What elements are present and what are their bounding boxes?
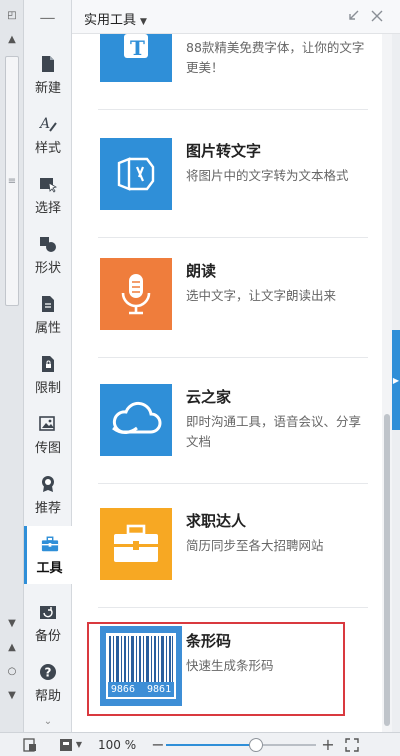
tool-tile xyxy=(100,508,172,580)
nav-label: 传图 xyxy=(34,440,61,456)
font-icon: T xyxy=(124,34,148,60)
restrict-icon xyxy=(39,355,57,373)
scrollbar-thumb[interactable] xyxy=(384,414,390,726)
zoom-knob[interactable] xyxy=(249,737,263,752)
document-scrollbar-thumb[interactable]: ≡ xyxy=(5,56,19,306)
nav-item-backup[interactable]: 备份 xyxy=(24,594,72,652)
panel-title-dropdown[interactable]: 实用工具 ▼ xyxy=(84,9,147,28)
microphone-icon xyxy=(121,274,151,315)
new-doc-icon xyxy=(39,55,57,73)
nav-item-help[interactable]: ? 帮助 xyxy=(24,654,72,712)
tool-tile xyxy=(100,138,172,210)
tool-card-barcode[interactable]: 9866 9861 条形码 快速生成条形码 xyxy=(72,600,382,728)
nav-label: 形状 xyxy=(34,260,61,276)
nav-label: 样式 xyxy=(34,140,61,156)
undock-icon[interactable] xyxy=(344,7,362,25)
tool-card-read-aloud[interactable]: 朗读 选中文字，让文字朗读出来 xyxy=(72,230,382,358)
select-browse-icon[interactable]: ○ xyxy=(0,660,24,682)
tool-desc: 88款精美免费字体，让你的文字更美！ xyxy=(186,40,365,75)
tool-list-scrollbar[interactable] xyxy=(382,34,392,732)
tool-desc: 简历同步至各大招聘网站 xyxy=(186,538,324,553)
expand-panel-icon[interactable]: ▶ xyxy=(392,330,400,430)
collapse-icon[interactable]: ◰ xyxy=(0,4,24,26)
tool-tile: T xyxy=(100,34,172,82)
tool-tile xyxy=(100,384,172,456)
help-icon: ? xyxy=(39,663,57,681)
shape-icon xyxy=(39,235,57,253)
nav-item-upload-image[interactable]: 传图 xyxy=(24,406,72,464)
select-icon xyxy=(39,175,57,193)
chevron-down-icon[interactable]: ▼ xyxy=(74,737,84,753)
page-view-icon[interactable] xyxy=(22,737,38,753)
properties-icon xyxy=(39,295,57,313)
nav-more-icon[interactable]: ⌄ xyxy=(24,712,72,730)
tool-title: 条形码 xyxy=(186,632,232,650)
cloud-icon xyxy=(112,401,162,434)
nav-item-recommend[interactable]: 推荐 xyxy=(24,466,72,524)
prev-page-icon[interactable]: ▲ xyxy=(0,636,24,658)
zoom-out-button[interactable]: − xyxy=(150,735,166,754)
upload-image-icon xyxy=(39,415,57,433)
recommend-icon xyxy=(39,475,57,493)
barcode-icon: 9866 9861 xyxy=(106,633,176,699)
style-icon: A xyxy=(39,115,57,133)
next-page-icon[interactable]: ▼ xyxy=(0,684,24,706)
nav-item-shape[interactable]: 形状 xyxy=(24,226,72,284)
nav-label: 新建 xyxy=(34,80,61,96)
tool-tile: 9866 9861 xyxy=(100,626,182,706)
scroll-down-icon[interactable]: ▼ xyxy=(0,612,24,634)
tool-title: 图片转文字 xyxy=(186,142,262,160)
nav-item-new[interactable]: 新建 xyxy=(24,46,72,104)
nav-item-restrict[interactable]: 限制 xyxy=(24,346,72,404)
close-icon[interactable] xyxy=(368,7,386,25)
document-side-strip: ◰ ▲ ≡ ▼ ▲ ○ ▼ xyxy=(0,0,24,732)
tool-desc: 选中文字，让文字朗读出来 xyxy=(186,288,337,303)
tool-desc: 快速生成条形码 xyxy=(186,658,274,673)
nav-label: 帮助 xyxy=(34,688,61,704)
tool-title: 求职达人 xyxy=(186,512,247,530)
tool-list: T 88款精美免费字体，让你的文字更美！ 图片转文字 将图片中的文字转为文本格式 xyxy=(72,34,382,732)
nav-label: 选择 xyxy=(34,200,61,216)
zoom-slider[interactable] xyxy=(166,737,316,753)
tool-tile xyxy=(100,258,172,330)
nav-item-tools[interactable]: 工具 xyxy=(24,526,72,584)
tool-desc: 将图片中的文字转为文本格式 xyxy=(186,168,349,183)
briefcase-icon xyxy=(114,524,158,562)
tool-title: 朗读 xyxy=(186,262,217,280)
nav-item-properties[interactable]: 属性 xyxy=(24,286,72,344)
toolbox-icon xyxy=(41,535,59,553)
nav-label: 备份 xyxy=(34,628,61,644)
side-nav: — 新建 A 样式 选择 形状 属性 限制 传图 推荐 工具 备份 ? 帮助 ⌄ xyxy=(24,0,72,732)
nav-label: 推荐 xyxy=(34,500,61,516)
status-bar: ▼ 100 % − + xyxy=(0,732,400,756)
panel-header: 实用工具 ▼ xyxy=(72,0,400,34)
zoom-level: 100 % xyxy=(98,737,137,752)
nav-label: 工具 xyxy=(36,560,63,576)
tool-card-fonts[interactable]: T 88款精美免费字体，让你的文字更美！ xyxy=(72,34,382,110)
barcode-number: 9866 9861 xyxy=(108,682,174,697)
fit-page-icon[interactable] xyxy=(344,737,360,753)
panel-title: 实用工具 xyxy=(84,13,137,28)
scroll-up-icon[interactable]: ▲ xyxy=(0,28,24,50)
tool-desc: 即时沟通工具，语音会议、分享文档 xyxy=(186,414,362,449)
zoom-fill xyxy=(166,743,256,746)
tool-card-job-seeker[interactable]: 求职达人 简历同步至各大招聘网站 xyxy=(72,480,382,608)
nav-menu-icon[interactable]: — xyxy=(24,0,71,34)
svg-text:A: A xyxy=(39,116,50,132)
backup-icon xyxy=(39,603,57,621)
tool-title: 云之家 xyxy=(186,388,232,406)
zoom-in-button[interactable]: + xyxy=(320,735,336,754)
nav-label: 属性 xyxy=(34,320,61,336)
chevron-down-icon: ▼ xyxy=(140,17,147,27)
nav-item-select[interactable]: 选择 xyxy=(24,166,72,224)
svg-text:?: ? xyxy=(45,665,52,679)
svg-text:T: T xyxy=(130,36,145,60)
tool-card-image-to-text[interactable]: 图片转文字 将图片中的文字转为文本格式 xyxy=(72,110,382,238)
image-to-text-icon xyxy=(117,157,155,191)
nav-item-style[interactable]: A 样式 xyxy=(24,106,72,164)
tool-card-cloud-home[interactable]: 云之家 即时沟通工具，语音会议、分享文档 xyxy=(72,356,382,484)
reading-mode-icon[interactable] xyxy=(58,737,74,753)
nav-label: 限制 xyxy=(34,380,61,396)
